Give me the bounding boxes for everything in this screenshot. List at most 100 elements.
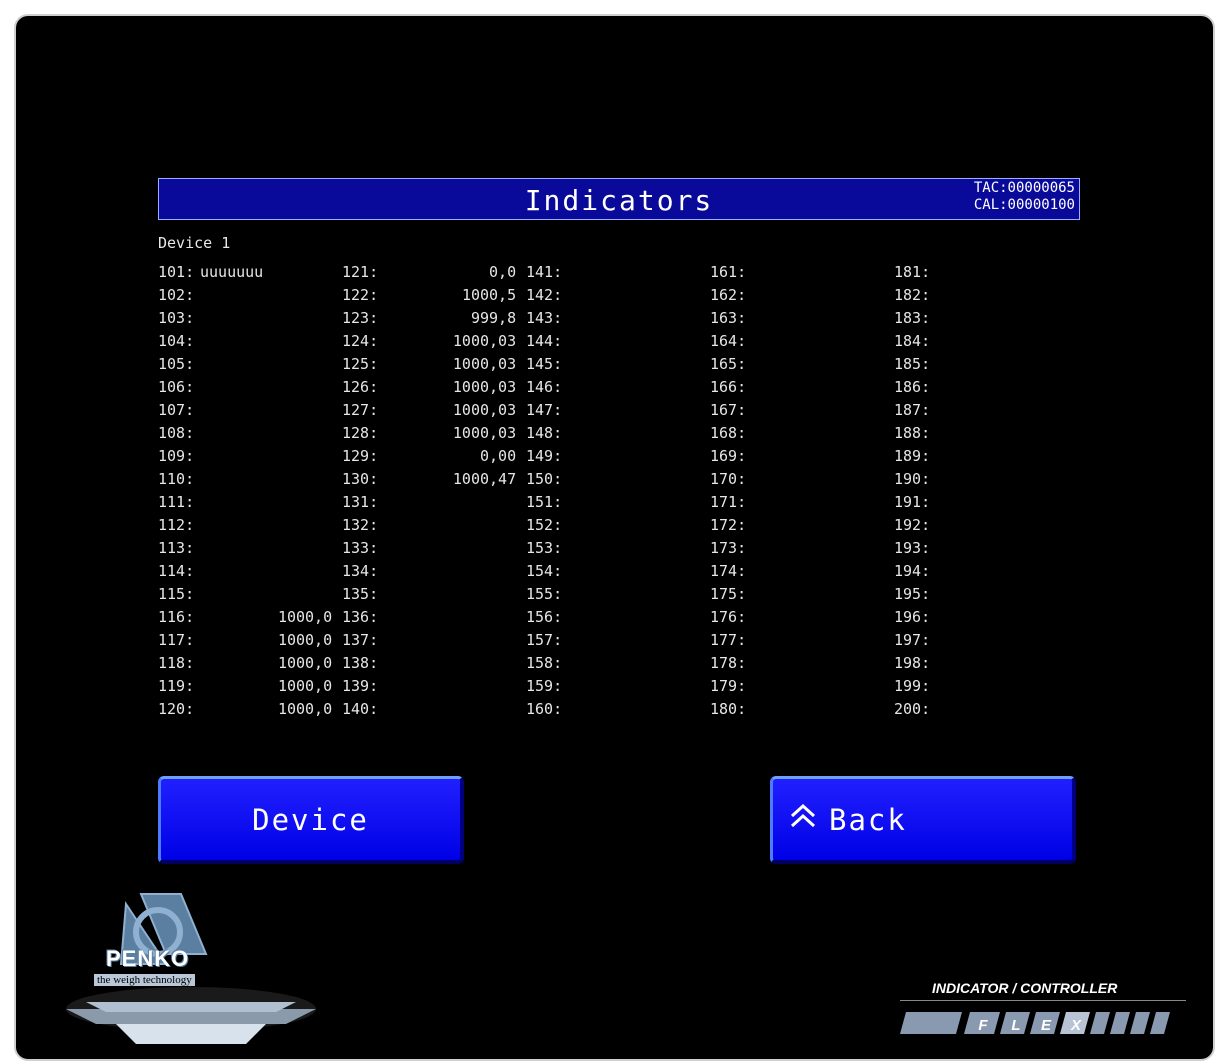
indicator-number: 122: — [342, 286, 379, 304]
indicator-value: 1000,0 — [277, 608, 333, 626]
indicator-row: 118: 1000,0 — [158, 652, 332, 675]
indicator-number: 103: — [158, 309, 195, 327]
flex-letter-x: X — [1070, 1017, 1082, 1034]
indicator-row: 140: — [342, 698, 378, 721]
indicator-row: 106: — [158, 376, 194, 399]
indicator-row: 193: — [894, 537, 930, 560]
indicator-number: 114: — [158, 562, 195, 580]
indicator-number: 143: — [526, 309, 563, 327]
indicator-number: 159: — [526, 677, 563, 695]
indicator-number: 175: — [710, 585, 747, 603]
indicator-row: 170: — [710, 468, 746, 491]
indicator-column: 141: 142: 143: 144: 145: 146: 147: 148: 149: 150:… — [526, 261, 562, 721]
indicator-row: 130: 1000,47 — [342, 468, 516, 491]
indicator-number: 131: — [342, 493, 379, 511]
indicator-number: 104: — [158, 332, 195, 350]
indicator-row: 171: — [710, 491, 746, 514]
cal-counter: CAL:00000100 — [973, 197, 1075, 213]
indicator-number: 189: — [894, 447, 931, 465]
indicator-row: 121: 0,0 — [342, 261, 516, 284]
indicator-row: 113: — [158, 537, 194, 560]
indicator-value: 1000,5 — [461, 286, 517, 304]
indicator-number: 157: — [526, 631, 563, 649]
indicator-number: 181: — [894, 263, 931, 281]
indicator-number: 193: — [894, 539, 931, 557]
indicator-number: 113: — [158, 539, 195, 557]
indicator-number: 169: — [710, 447, 747, 465]
indicator-number: 153: — [526, 539, 563, 557]
indicator-row: 161: — [710, 261, 746, 284]
indicator-row: 124: 1000,03 — [342, 330, 516, 353]
indicator-number: 129: — [342, 447, 379, 465]
indicator-row: 120: 1000,0 — [158, 698, 332, 721]
tac-counter: TAC:00000065 — [973, 180, 1075, 196]
penko-logo — [66, 893, 316, 1044]
indicator-number: 161: — [710, 263, 747, 281]
device-button-label: Device — [252, 802, 369, 837]
indicator-value: 1000,03 — [452, 332, 517, 350]
indicator-number: 176: — [710, 608, 747, 626]
indicator-row: 166: — [710, 376, 746, 399]
indicator-row: 181: — [894, 261, 930, 284]
indicator-value: 999,8 — [470, 309, 517, 327]
indicator-number: 133: — [342, 539, 379, 557]
indicator-row: 185: — [894, 353, 930, 376]
indicator-row: 136: — [342, 606, 378, 629]
indicator-number: 197: — [894, 631, 931, 649]
back-button-label: Back — [829, 802, 907, 837]
flex-letter-f: F — [978, 1017, 988, 1034]
indicator-row: 145: — [526, 353, 562, 376]
indicator-number: 127: — [342, 401, 379, 419]
indicator-row: 123: 999,8 — [342, 307, 516, 330]
indicator-row: 134: — [342, 560, 378, 583]
indicator-number: 198: — [894, 654, 931, 672]
indicator-row: 132: — [342, 514, 378, 537]
indicator-number: 164: — [710, 332, 747, 350]
back-button[interactable]: Back — [770, 776, 1076, 864]
indicator-number: 180: — [710, 700, 747, 718]
indicator-row: 117: 1000,0 — [158, 629, 332, 652]
indicator-number: 120: — [158, 700, 195, 718]
indicator-number: 112: — [158, 516, 195, 534]
indicator-number: 185: — [894, 355, 931, 373]
indicator-number: 115: — [158, 585, 195, 603]
hmi-screen: Indicators TAC:00000065 CAL:00000100 Dev… — [14, 14, 1215, 1061]
indicator-column: 121: 0,0 122: 1000,5 123: 999,8 124: 1000,03 125… — [342, 261, 516, 721]
indicator-row: 164: — [710, 330, 746, 353]
indicator-number: 173: — [710, 539, 747, 557]
indicator-number: 150: — [526, 470, 563, 488]
indicator-number: 154: — [526, 562, 563, 580]
indicator-row: 186: — [894, 376, 930, 399]
indicator-row: 108: — [158, 422, 194, 445]
indicator-row: 137: — [342, 629, 378, 652]
indicator-row: 105: — [158, 353, 194, 376]
indicator-number: 141: — [526, 263, 563, 281]
indicator-number: 117: — [158, 631, 195, 649]
indicator-row: 179: — [710, 675, 746, 698]
indicator-value: 1000,03 — [452, 401, 517, 419]
indicator-row: 135: — [342, 583, 378, 606]
indicator-row: 156: — [526, 606, 562, 629]
indicator-number: 158: — [526, 654, 563, 672]
penko-tagline: the weigh technology — [94, 974, 195, 986]
indicator-number: 166: — [710, 378, 747, 396]
indicator-row: 146: — [526, 376, 562, 399]
indicator-row: 102: — [158, 284, 194, 307]
indicator-number: 170: — [710, 470, 747, 488]
indicator-number: 196: — [894, 608, 931, 626]
indicator-number: 191: — [894, 493, 931, 511]
indicator-row: 184: — [894, 330, 930, 353]
indicator-number: 111: — [158, 493, 195, 511]
indicator-row: 190: — [894, 468, 930, 491]
indicator-value: 1000,47 — [452, 470, 517, 488]
indicator-row: 107: — [158, 399, 194, 422]
indicator-number: 124: — [342, 332, 379, 350]
device-button[interactable]: Device — [158, 776, 464, 864]
indicator-number: 178: — [710, 654, 747, 672]
indicator-row: 167: — [710, 399, 746, 422]
indicator-number: 140: — [342, 700, 379, 718]
indicator-number: 183: — [894, 309, 931, 327]
indicator-value: 0,00 — [480, 447, 517, 465]
indicator-number: 135: — [342, 585, 379, 603]
indicator-row: 191: — [894, 491, 930, 514]
